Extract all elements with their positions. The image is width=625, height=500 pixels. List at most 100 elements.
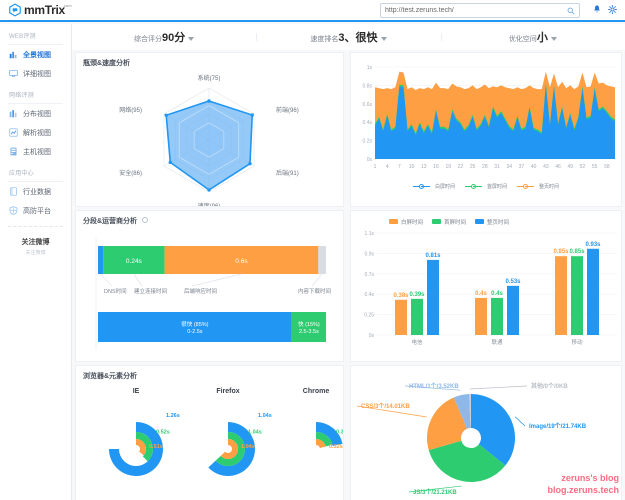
chevron-down-icon[interactable]	[550, 37, 557, 42]
svg-text:13: 13	[421, 164, 427, 170]
svg-text:很快 (85%): 很快 (85%)	[181, 320, 208, 328]
sidebar-item-panoramic-view[interactable]: 全景视图	[0, 45, 71, 64]
legend-item[interactable]: 白屏时间	[412, 183, 455, 190]
svg-text:0.93s: 0.93s	[585, 242, 601, 248]
sidebar-item-detail-view[interactable]: 详细视图	[0, 64, 71, 83]
svg-text:0.8s: 0.8s	[363, 83, 373, 89]
svg-text:58: 58	[604, 164, 610, 170]
columns-icon	[9, 109, 18, 118]
metric-value: 3、很快	[338, 32, 378, 44]
svg-text:0.9s: 0.9s	[365, 251, 375, 257]
sidebar-group-title-web: WEB评测	[9, 34, 36, 40]
svg-text:IE: IE	[133, 388, 140, 395]
chevron-down-icon[interactable]	[380, 37, 387, 42]
legend-item[interactable]: 整页时间	[517, 183, 559, 190]
svg-text:速度(96): 速度(96)	[198, 202, 221, 207]
svg-text:1.04s: 1.04s	[258, 413, 272, 419]
sidebar-item-label: 解析视图	[23, 129, 51, 137]
panel-title-text: 分段&运营商分析	[83, 218, 138, 225]
divider	[8, 226, 63, 227]
sidebar-item-host-view[interactable]: 主机视图	[0, 142, 71, 161]
svg-text:1.1s: 1.1s	[365, 231, 375, 237]
panel-segment-carrier: 分段&运营商分析 0.24s 0.6s DNS时间 建立连接时间 后端响应时间 内容下载时…	[75, 210, 344, 362]
metric-label: 优化空间	[508, 36, 537, 43]
panel-grid: 瓶颈&速度分析 系统(75) 前端(96) 后端(91) 速度(96) 安全(86) 网络…	[75, 52, 622, 500]
svg-text:49: 49	[567, 164, 573, 170]
svg-text:后端响应时间: 后端响应时间	[184, 287, 217, 295]
book-icon	[9, 187, 18, 196]
bell-icon[interactable]	[593, 5, 601, 14]
svg-text:后端(91): 后端(91)	[276, 169, 299, 177]
svg-text:0.7s: 0.7s	[365, 272, 375, 278]
info-icon[interactable]	[142, 217, 149, 223]
sidebar-item-label: 行业数据	[23, 188, 51, 196]
server-icon	[9, 147, 18, 156]
topbar-icons	[593, 5, 617, 14]
url-input[interactable]	[385, 7, 567, 14]
monitor-icon	[9, 69, 18, 78]
logo-text: mmTrix	[24, 3, 65, 17]
panel-bottleneck-speed: 瓶颈&速度分析 系统(75) 前端(96) 后端(91) 速度(96) 安全(86) 网络…	[75, 52, 344, 207]
search-icon[interactable]	[567, 7, 575, 15]
metric-speed-rank[interactable]: 速度排名3、很快	[256, 29, 440, 45]
metric-value: 90分	[162, 32, 186, 44]
sidebar-item-industry-data[interactable]: 行业数据	[0, 182, 71, 201]
svg-text:0s: 0s	[369, 333, 375, 339]
svg-text:白屏时间: 白屏时间	[401, 218, 423, 226]
svg-text:28: 28	[482, 164, 488, 170]
panel-title: 瓶颈&速度分析	[83, 60, 131, 67]
sidebar-item-label: 全景视图	[23, 51, 51, 59]
sidebar-group-title-network: 网络评测	[9, 93, 34, 99]
panel-title: 分段&运营商分析	[76, 211, 343, 226]
url-bar[interactable]	[380, 3, 580, 18]
svg-text:0.4s: 0.4s	[475, 291, 487, 297]
svg-text:0.85s: 0.85s	[553, 249, 569, 255]
metric-optimization-space[interactable]: 优化空间小	[440, 29, 625, 45]
svg-text:0.53s: 0.53s	[505, 279, 521, 285]
area-chart: 0s 0.2s 0.4s 0.6s 0.8s 1s 1 4 7 10 13 16 19 22 25 28 31 3…	[363, 65, 615, 170]
svg-text:DNS时间: DNS时间	[104, 287, 127, 295]
sidebar-item-distribution-view[interactable]: 分布视图	[0, 104, 71, 123]
gear-icon[interactable]	[608, 5, 617, 14]
svg-text:7: 7	[398, 164, 401, 170]
svg-text:0.24s: 0.24s	[126, 258, 143, 265]
sidebar-group-title-appcenter: 应用中心	[9, 171, 34, 177]
sidebar-item-label: 高防平台	[23, 207, 51, 215]
svg-text:10: 10	[409, 164, 415, 170]
area-chart-legend: 白屏时间 首屏时间 整页时间	[351, 183, 621, 190]
trend-icon	[9, 128, 18, 137]
svg-text:JS/3个/21.21KB: JS/3个/21.21KB	[413, 488, 457, 496]
svg-text:0.2s: 0.2s	[363, 139, 373, 145]
shield-icon	[9, 206, 18, 215]
svg-text:0.25: 0.25	[364, 313, 374, 319]
element-pie-chart: Image/19个/21.74KB JS/3个/21.21KB CSS/3个/14.…	[356, 382, 587, 496]
sidebar-item-parse-view[interactable]: 解析视图	[0, 123, 71, 142]
sidebar-footer[interactable]: 关注微博 关注微博	[0, 237, 71, 256]
svg-text:其他/0个/0KB: 其他/0个/0KB	[531, 382, 568, 390]
panel-carrier-bars: 0s 0.25 0.4s 0.7s 0.9s 1.1s 0.38s 0.39s 0.81s 电信 0…	[350, 210, 622, 362]
svg-text:0.81s: 0.81s	[425, 253, 441, 259]
legend-item[interactable]: 首屏时间	[464, 183, 507, 190]
svg-text:37: 37	[519, 164, 525, 170]
svg-text:1.04s: 1.04s	[248, 430, 262, 436]
svg-text:40: 40	[531, 164, 537, 170]
svg-text:1: 1	[374, 164, 377, 170]
svg-text:0.32s: 0.32s	[329, 444, 343, 450]
sidebar: WEB评测 全景视图 详细视图 网络评测 分布视图 解析视图 主机视图 应用中心…	[0, 24, 72, 500]
svg-text:Firefox: Firefox	[216, 388, 239, 395]
svg-text:0.6s: 0.6s	[363, 102, 373, 108]
metric-value: 小	[536, 32, 548, 44]
browser-donut-charts: IE 1.26s 0.52s 0.51s Firefox 1.04s 1.04s 1.04s C…	[109, 388, 343, 476]
metric-overall-score[interactable]: 综合评分90分	[72, 29, 256, 45]
chevron-down-icon[interactable]	[188, 37, 195, 42]
legend-label: 整页时间	[539, 184, 560, 190]
top-bar: mmTrix .com	[0, 0, 625, 22]
sidebar-item-protection-platform[interactable]: 高防平台	[0, 201, 71, 220]
svg-text:22: 22	[458, 164, 464, 170]
app-logo[interactable]: mmTrix .com	[8, 3, 72, 17]
svg-text:电信: 电信	[411, 338, 423, 346]
svg-text:CSS/3个/14.01KB: CSS/3个/14.01KB	[361, 402, 410, 410]
svg-text:联通: 联通	[491, 338, 503, 346]
svg-text:快 (15%): 快 (15%)	[298, 320, 320, 328]
bar-chart-icon	[9, 50, 18, 59]
